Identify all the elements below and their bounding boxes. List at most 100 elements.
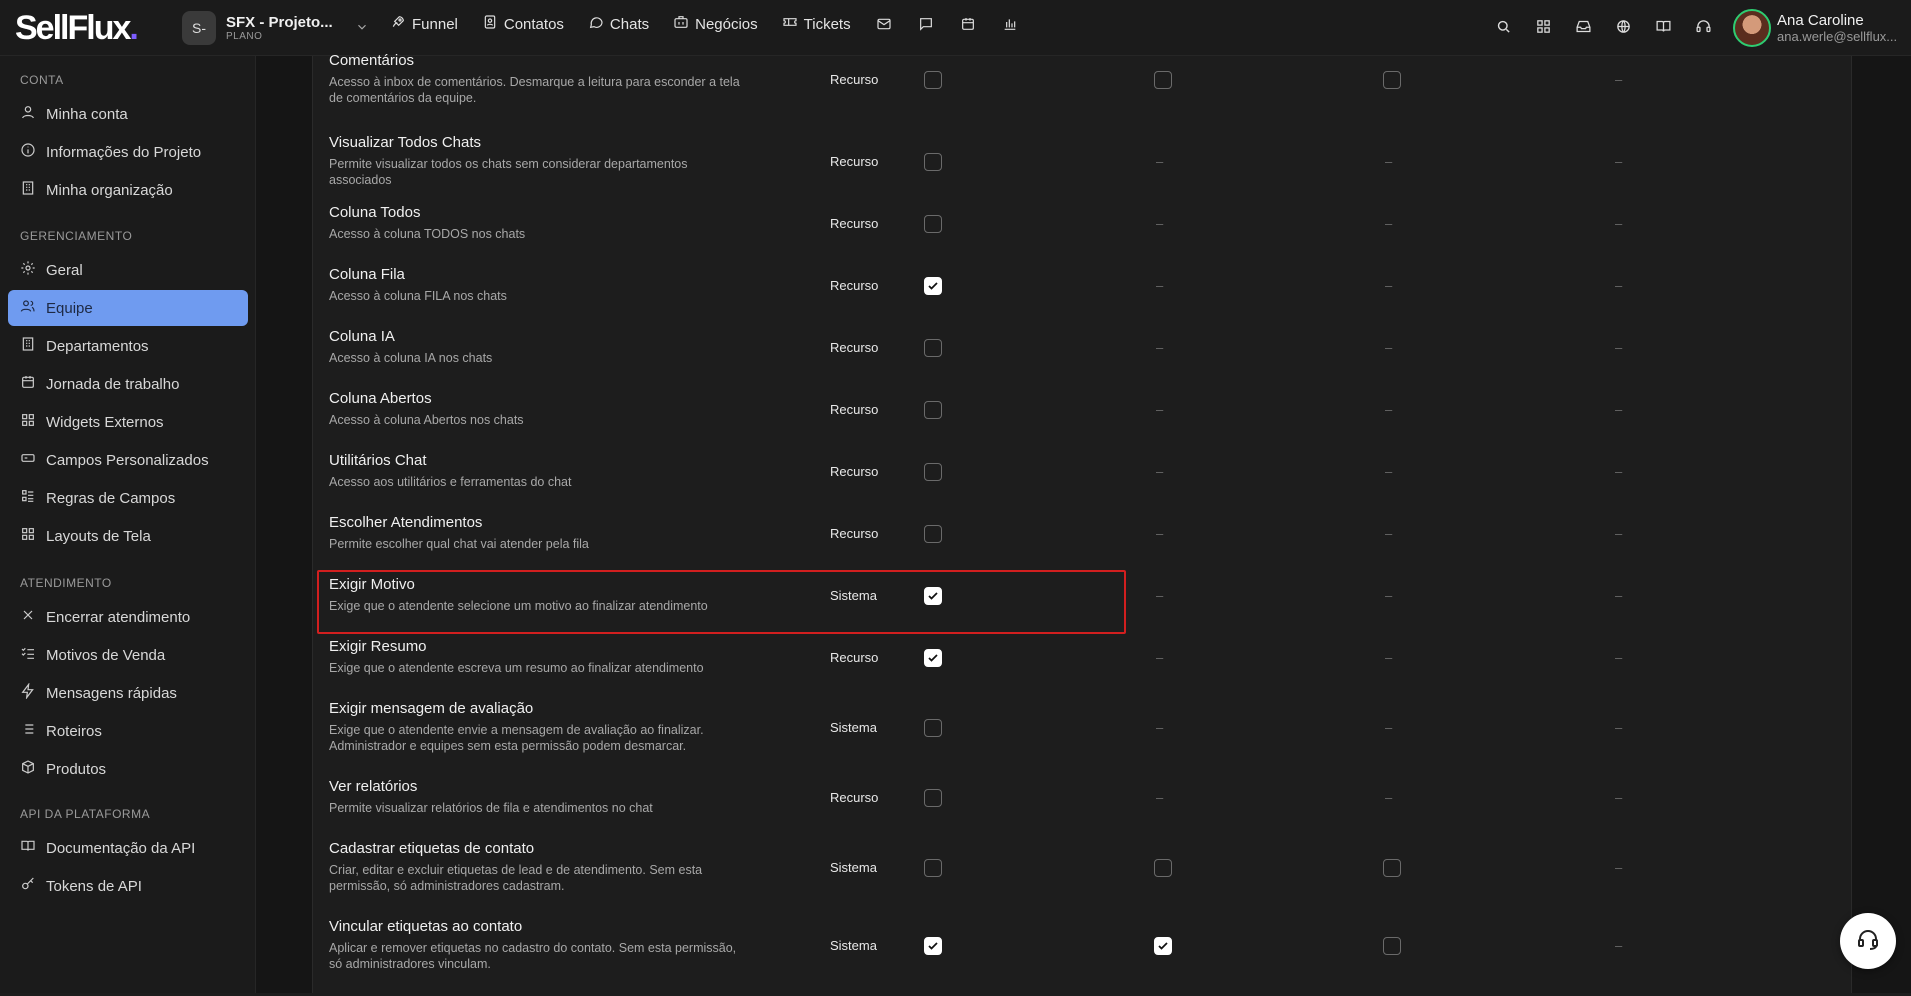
permission-checkbox[interactable] (924, 525, 942, 543)
nav-label: Negócios (695, 15, 758, 33)
permission-row: Ver relatórios Permite visualizar relatór… (313, 778, 1853, 840)
empty-cell-dash: – (1156, 154, 1164, 169)
sidebar-item-label: Geral (46, 261, 83, 279)
permission-description: Acesso à coluna IA nos chats (329, 351, 493, 365)
permission-checkbox[interactable] (924, 71, 942, 89)
permission-checkbox-checked[interactable] (924, 649, 942, 667)
permission-checkbox-checked[interactable] (924, 587, 942, 605)
user-menu[interactable]: Ana Caroline ana.werle@sellflux... (1733, 9, 1897, 47)
sidebar-item-minha-organizacao[interactable]: Minha organização (8, 172, 248, 208)
empty-cell-dash: – (1385, 526, 1393, 541)
message-icon[interactable] (917, 15, 935, 33)
main-content: Comentários Acesso à inbox de comentários… (256, 52, 1911, 996)
search-icon[interactable] (1494, 17, 1512, 35)
project-selector[interactable]: S- SFX - Projeto... PLANO (182, 10, 369, 46)
rocket-icon (390, 14, 406, 34)
permission-checkbox[interactable] (924, 153, 942, 171)
nav-tickets[interactable]: Tickets (782, 14, 851, 34)
key-icon (20, 876, 36, 896)
permission-checkbox[interactable] (924, 719, 942, 737)
sidebar-item-label: Minha organização (46, 181, 173, 199)
checkmark-icon (1158, 942, 1168, 950)
sidebar-item-tokens-api[interactable]: Tokens de API (8, 868, 248, 904)
headset-icon (1856, 927, 1880, 956)
permission-description: Aplicar e remover etiquetas no cadastro … (329, 941, 737, 971)
permission-row: Utilitários Chat Acesso aos utilitários e… (313, 452, 1853, 514)
empty-cell-dash: – (1156, 216, 1164, 231)
permission-checkbox-checked[interactable] (924, 277, 942, 295)
permission-row: Vincular etiquetas ao contato Aplicar e r… (313, 918, 1853, 996)
sidebar-item-geral[interactable]: Geral (8, 252, 248, 288)
sidebar-item-label: Tokens de API (46, 877, 142, 895)
permission-checkbox-checked[interactable] (924, 937, 942, 955)
mail-icon[interactable] (875, 15, 893, 33)
list-icon (20, 721, 36, 741)
sidebar-item-encerrar-atendimento[interactable]: Encerrar atendimento (8, 599, 248, 635)
sidebar-item-mensagens-rapidas[interactable]: Mensagens rápidas (8, 675, 248, 711)
close-icon (20, 607, 36, 627)
permission-checkbox[interactable] (924, 463, 942, 481)
permission-checkbox[interactable] (924, 789, 942, 807)
permission-checkbox[interactable] (1154, 859, 1172, 877)
empty-cell-dash: – (1615, 340, 1623, 355)
nav-chats[interactable]: Chats (588, 14, 649, 34)
nav-label: Contatos (503, 15, 564, 33)
permission-type: Sistema (830, 860, 877, 875)
sellflux-logo[interactable]: SellFlux. (15, 9, 139, 48)
sidebar-item-campos-personalizados[interactable]: Campos Personalizados (8, 442, 248, 478)
globe-icon[interactable] (1614, 17, 1632, 35)
building-icon (20, 336, 36, 356)
support-button[interactable] (1840, 913, 1896, 969)
permission-description: Permite escolher qual chat vai atender p… (329, 537, 589, 551)
empty-cell-dash: – (1615, 588, 1623, 603)
nav-contatos[interactable]: Contatos (482, 14, 564, 34)
empty-cell-dash: – (1385, 402, 1393, 417)
book-icon[interactable] (1654, 17, 1672, 35)
permission-description: Acesso à coluna TODOS nos chats (329, 227, 526, 241)
sidebar-item-roteiros[interactable]: Roteiros (8, 713, 248, 749)
sidebar-item-departamentos[interactable]: Departamentos (8, 328, 248, 364)
permission-checkbox[interactable] (1383, 859, 1401, 877)
sidebar-item-documentacao-api[interactable]: Documentação da API (8, 830, 248, 866)
permission-checkbox[interactable] (924, 339, 942, 357)
empty-cell-dash: – (1385, 588, 1393, 603)
headset-icon[interactable] (1694, 17, 1712, 35)
permission-checkbox[interactable] (924, 215, 942, 233)
permission-checkbox[interactable] (1154, 71, 1172, 89)
sidebar-item-minha-conta[interactable]: Minha conta (8, 96, 248, 132)
sidebar-item-produtos[interactable]: Produtos (8, 751, 248, 787)
section-title-gerenciamento: GERENCIAMENTO (20, 229, 133, 243)
permission-description: Acesso à coluna Abertos nos chats (329, 413, 524, 427)
bar-chart-icon[interactable] (1001, 15, 1019, 33)
nav-label: Tickets (803, 15, 851, 33)
nav-negocios[interactable]: Negócios (673, 14, 758, 34)
top-bar: SellFlux. S- SFX - Projeto... PLANO Funn… (0, 0, 1911, 56)
empty-cell-dash: – (1615, 154, 1623, 169)
inbox-icon[interactable] (1574, 17, 1592, 35)
calendar-icon[interactable] (959, 15, 977, 33)
permission-checkbox-checked[interactable] (1154, 937, 1172, 955)
sidebar-item-regras-campos[interactable]: Regras de Campos (8, 480, 248, 516)
permission-checkbox[interactable] (1383, 71, 1401, 89)
nav-funnel[interactable]: Funnel (390, 14, 458, 34)
sidebar-item-informacoes-projeto[interactable]: Informações do Projeto (8, 134, 248, 170)
nav-label: Funnel (412, 15, 458, 33)
permission-title: Vincular etiquetas ao contato (329, 918, 523, 935)
empty-cell-dash: – (1385, 720, 1393, 735)
team-icon (20, 298, 36, 318)
permission-checkbox[interactable] (1383, 937, 1401, 955)
sidebar-item-jornada-trabalho[interactable]: Jornada de trabalho (8, 366, 248, 402)
permission-checkbox[interactable] (924, 859, 942, 877)
permission-type: Recurso (830, 340, 879, 355)
empty-cell-dash: – (1156, 650, 1164, 665)
permission-description: Exige que o atendente envie a mensagem d… (329, 723, 704, 753)
sidebar-item-widgets-externos[interactable]: Widgets Externos (8, 404, 248, 440)
apps-grid-icon[interactable] (1534, 17, 1552, 35)
empty-cell-dash: – (1615, 938, 1623, 953)
permission-checkbox[interactable] (924, 401, 942, 419)
sidebar-item-layouts-tela[interactable]: Layouts de Tela (8, 518, 248, 554)
sidebar-item-equipe[interactable]: Equipe (8, 290, 248, 326)
sidebar-item-motivos-venda[interactable]: Motivos de Venda (8, 637, 248, 673)
permission-title: Ver relatórios (329, 778, 418, 795)
project-avatar: S- (182, 11, 216, 45)
